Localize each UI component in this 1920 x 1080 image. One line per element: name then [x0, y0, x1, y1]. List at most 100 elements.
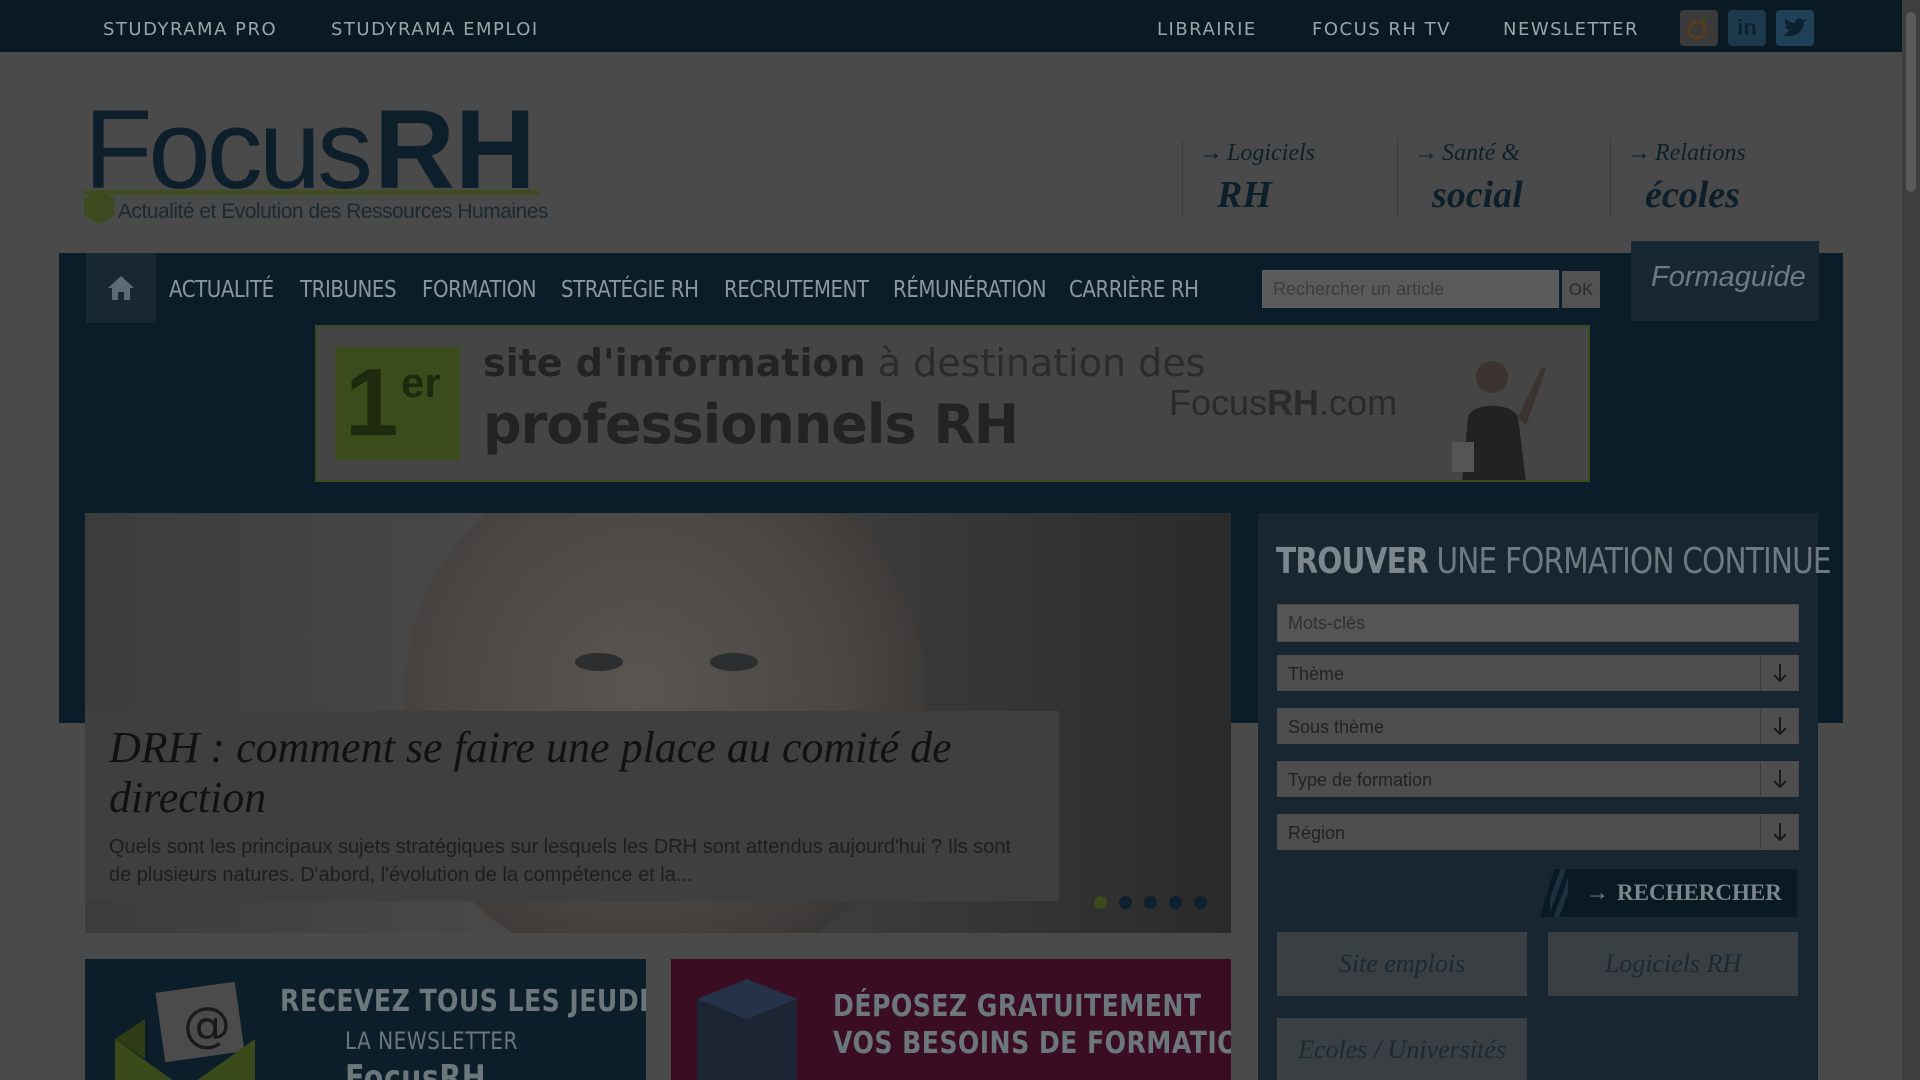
nav-actualite[interactable]: ACTUALITÉ — [169, 277, 274, 303]
nav-recrutement[interactable]: RECRUTEMENT — [724, 277, 869, 303]
slider-dot[interactable] — [1169, 896, 1182, 909]
slide-title[interactable]: DRH : comment se faire une place au comi… — [109, 723, 1035, 823]
featured-slider[interactable]: DRH : comment se faire une place au comi… — [85, 513, 1231, 933]
nav-tribunes[interactable]: TRIBUNES — [300, 277, 397, 303]
header-link-line1: Logiciels — [1227, 140, 1315, 166]
banner-badge-number: 1 — [345, 349, 399, 456]
panel-title: TROUVER UNE FORMATION CONTINUE — [1276, 541, 1832, 582]
arrow-right-icon: → — [1586, 880, 1609, 905]
nav-remuneration[interactable]: RÉMUNÉRATION — [893, 277, 1047, 303]
viadeo-icon[interactable] — [1680, 10, 1718, 46]
banner-line1: site d'information à destination des — [483, 341, 1205, 385]
logo-rh-word: RH — [374, 87, 536, 212]
slide-caption[interactable]: DRH : comment se faire une place au comi… — [85, 711, 1059, 901]
formaguide-tab[interactable]: Formaguide — [1631, 241, 1819, 321]
training-needs-promo[interactable]: DÉPOSEZ GRATUITEMENT VOS BESOINS DE FORM… — [671, 959, 1231, 1080]
search-ok-button[interactable]: OK — [1562, 271, 1600, 308]
nav-formation[interactable]: FORMATION — [422, 277, 537, 303]
arrow-down-icon — [1760, 656, 1798, 690]
training-search-panel: TROUVER UNE FORMATION CONTINUE Mots-clés… — [1258, 513, 1832, 1080]
training-promo-line2: VOS BESOINS DE FORMATIONS — [833, 1026, 1231, 1061]
slider-dot[interactable] — [1119, 896, 1132, 909]
promo-banner[interactable]: 1 er site d'information à destination de… — [315, 325, 1590, 482]
sub-theme-select[interactable]: Sous thème — [1277, 708, 1799, 744]
slider-dot[interactable] — [1144, 896, 1157, 909]
sub-theme-select-value: Sous thème — [1288, 717, 1385, 737]
arrow-down-icon — [1760, 709, 1798, 743]
linkedin-glyph: in — [1737, 15, 1757, 40]
slide-face-eye — [575, 653, 623, 671]
header-link-line2: RH — [1217, 174, 1272, 216]
header-link-logiciels-rh[interactable]: → Logiciels RH — [1182, 140, 1397, 216]
twitter-icon[interactable] — [1776, 10, 1814, 46]
logo-tagline: Actualité et Evolution des Ressources Hu… — [118, 200, 548, 223]
arrow-right-icon: → — [1414, 140, 1438, 166]
site-emplois-button[interactable]: Site emplois — [1277, 932, 1527, 996]
newsletter-promo-line1: RECEVEZ TOUS LES JEUDIS — [280, 984, 646, 1019]
banner-line2: professionnels RH — [483, 393, 1019, 456]
rechercher-label: RECHERCHER — [1617, 880, 1782, 905]
slide-face-eye — [710, 653, 758, 671]
banner-badge: 1 er — [335, 347, 460, 460]
slider-dots — [1094, 896, 1207, 909]
training-type-select[interactable]: Type de formation — [1277, 761, 1799, 797]
region-select[interactable]: Région — [1277, 814, 1799, 850]
header-link-line1: Santé & — [1442, 140, 1520, 166]
logo-focus-word: Focus — [84, 87, 373, 212]
newsletter-promo-line2: LA NEWSLETTER — [345, 1027, 518, 1055]
banner-line1-rest: à destination des — [865, 341, 1206, 385]
banner-badge-suffix: er — [401, 359, 441, 406]
svg-text:@: @ — [183, 997, 231, 1053]
slide-excerpt: Quels sont les principaux sujets stratég… — [109, 836, 1012, 886]
newsletter-promo-line3: FocusRH — [345, 1058, 487, 1080]
panel-title-rest: UNE FORMATION CONTINUE — [1427, 541, 1832, 582]
newsletter-link[interactable]: NEWSLETTER — [1503, 19, 1639, 40]
librairie-link[interactable]: LIBRAIRIE — [1157, 19, 1257, 40]
arrow-down-icon — [1760, 815, 1798, 849]
focusrh-logo[interactable]: Focus RH Actualité et Evolution des Ress… — [84, 87, 548, 230]
nav-strategie-rh[interactable]: STRATÉGIE RH — [561, 277, 699, 303]
banner-brand-focus: Focus — [1169, 382, 1268, 423]
studyrama-emploi-link[interactable]: STUDYRAMA EMPLOI — [331, 19, 539, 40]
panel-title-bold: TROUVER — [1276, 541, 1429, 582]
banner-brand-tld: .com — [1319, 382, 1398, 423]
button-stripe-decoration — [1550, 869, 1568, 917]
nav-carriere-rh[interactable]: CARRIÈRE RH — [1069, 277, 1199, 303]
arrow-right-icon: → — [1627, 140, 1651, 166]
focus-rh-tv-link[interactable]: FOCUS RH TV — [1312, 19, 1451, 40]
slider-dot[interactable] — [1094, 896, 1107, 909]
slider-dot[interactable] — [1194, 896, 1207, 909]
article-search-input[interactable] — [1262, 270, 1559, 308]
banner-brand: FocusRH.com — [1169, 382, 1397, 424]
top-bar: STUDYRAMA PRO STUDYRAMA EMPLOI LIBRAIRIE… — [0, 0, 1902, 52]
logiciels-rh-button[interactable]: Logiciels RH — [1548, 932, 1798, 996]
banner-brand-rh: RH — [1267, 382, 1320, 423]
header-link-relations-ecoles[interactable]: → Relations écoles — [1610, 140, 1820, 216]
arrow-right-icon: → — [1199, 140, 1223, 166]
header-link-line1: Relations — [1655, 140, 1746, 166]
banner-woman-image — [1452, 361, 1546, 480]
training-promo-line1: DÉPOSEZ GRATUITEMENT — [833, 989, 1202, 1024]
cube-icon — [697, 979, 797, 1080]
keywords-input[interactable]: Mots-clés — [1277, 604, 1799, 642]
newsletter-envelope-icon: @ — [115, 981, 255, 1080]
ecoles-universites-button[interactable]: Ecoles / Universités — [1277, 1018, 1527, 1080]
rechercher-button[interactable]: → RECHERCHER — [1540, 869, 1797, 917]
newsletter-promo[interactable]: @ RECEVEZ TOUS LES JEUDIS LA NEWSLETTER … — [85, 959, 646, 1080]
header-link-line2: écoles — [1645, 174, 1740, 216]
training-type-select-value: Type de formation — [1288, 770, 1433, 790]
home-icon — [108, 276, 134, 300]
banner-line1-bold: site d'information — [483, 341, 866, 385]
scrollbar-thumb[interactable] — [1906, 12, 1916, 192]
region-select-value: Région — [1288, 823, 1346, 843]
header-link-sante-social[interactable]: → Santé & social — [1397, 140, 1610, 216]
header-link-line2: social — [1432, 174, 1523, 216]
linkedin-icon[interactable]: in — [1728, 10, 1766, 46]
home-button[interactable] — [86, 253, 156, 323]
logo-rule — [84, 190, 539, 195]
theme-select[interactable]: Thème — [1277, 655, 1799, 691]
vertical-scrollbar[interactable] — [1902, 0, 1920, 1080]
theme-select-value: Thème — [1288, 664, 1345, 684]
studyrama-pro-link[interactable]: STUDYRAMA PRO — [103, 19, 277, 40]
arrow-down-icon — [1760, 762, 1798, 796]
